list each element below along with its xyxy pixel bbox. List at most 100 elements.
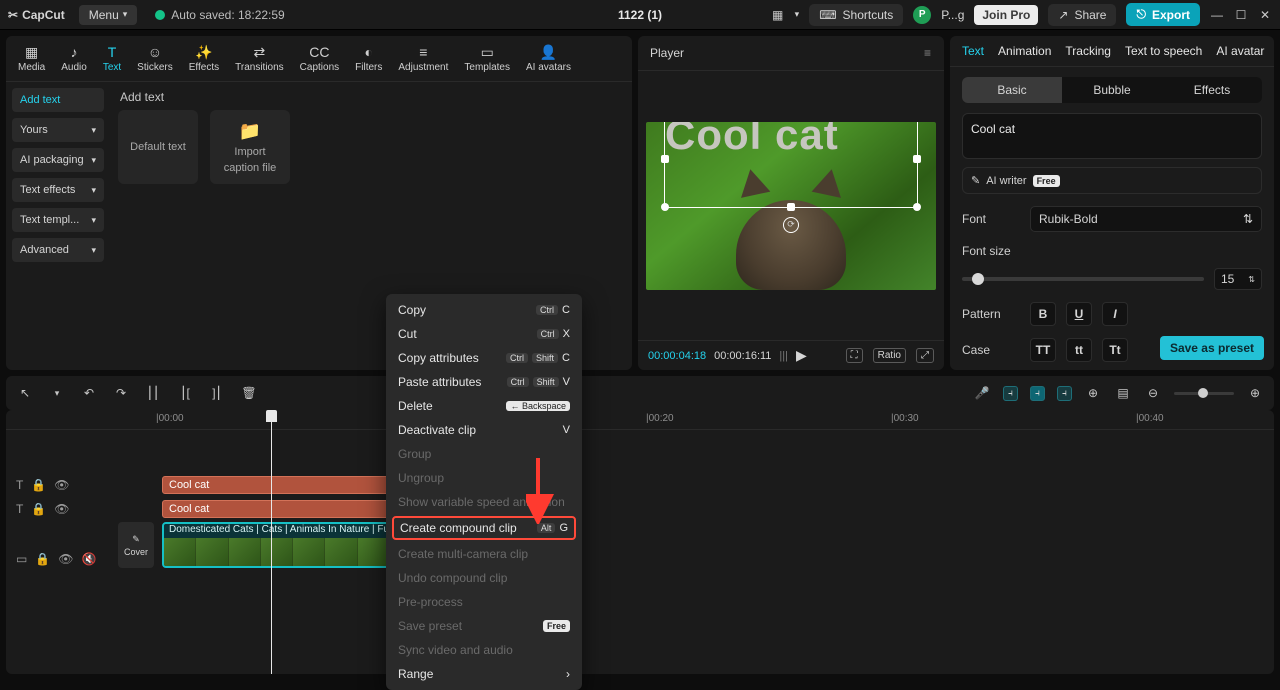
playhead[interactable] [271,410,272,674]
play-icon[interactable]: ▶ [796,347,807,364]
zoom-slider[interactable] [1174,392,1234,395]
case-upper-button[interactable]: TT [1030,338,1056,362]
bold-button[interactable]: B [1030,302,1056,326]
handle-bl[interactable] [661,203,669,211]
share-button[interactable]: ↗ Share [1048,4,1116,26]
library-tab-stickers[interactable]: ☺Stickers [133,42,177,75]
handle-mb[interactable] [787,203,795,211]
context-copy[interactable]: CopyCtrlC [386,298,582,322]
segment-basic[interactable]: Basic [962,77,1062,103]
zoom-out-icon[interactable]: ⊖ [1144,384,1162,402]
italic-button[interactable]: I [1102,302,1128,326]
magnet-3-icon[interactable]: ⫞ [1057,386,1072,401]
pointer-tool-icon[interactable]: ↖ [16,384,34,402]
card-default-text[interactable]: Default text [118,110,198,184]
audio-level-icon[interactable]: ||| [779,350,788,362]
lock-icon[interactable]: 🔒 [35,552,50,566]
split-right-icon[interactable]: ]⎮ [208,384,226,402]
underline-button[interactable]: U [1066,302,1092,326]
fontsize-slider[interactable] [962,277,1204,281]
mic-icon[interactable]: 🎤 [973,384,991,402]
close-icon[interactable]: ✕ [1258,8,1272,22]
card-import-caption[interactable]: 📁 Import caption file [210,110,290,184]
library-tab-adjustment[interactable]: ≡Adjustment [394,42,452,75]
eye-icon[interactable]: 👁 [58,552,73,566]
inspector-tab-tracking[interactable]: Tracking [1065,44,1111,58]
ratio-button[interactable]: Ratio [873,348,906,363]
handle-mr[interactable] [913,155,921,163]
fullscreen-icon[interactable]: ⤢ [916,348,934,363]
split-left-icon[interactable]: ⎮[ [176,384,194,402]
layout-icon[interactable]: ▦ [771,8,785,22]
split-icon[interactable]: ⎮⎮ [144,384,162,402]
text-clip-2[interactable]: Cool cat [162,500,392,518]
magnet-2-icon[interactable]: ⫞ [1030,386,1045,401]
maximize-icon[interactable]: ☐ [1234,8,1248,22]
library-tab-ai-avatars[interactable]: 👤AI avatars [522,42,575,75]
zoom-knob[interactable] [1198,388,1208,398]
marker-icon[interactable]: ⊕ [1084,384,1102,402]
sidebar-item-advanced[interactable]: Advanced▾ [12,238,104,262]
context-paste-attributes[interactable]: Paste attributesCtrlShiftV [386,370,582,394]
case-title-button[interactable]: Tt [1102,338,1128,362]
context-range[interactable]: Range› [386,662,582,686]
sidebar-item-ai-packaging[interactable]: AI packaging▾ [12,148,104,172]
zoom-in-icon[interactable]: ⊕ [1246,384,1264,402]
inspector-tab-text[interactable]: Text [962,44,984,58]
library-tab-audio[interactable]: ♪Audio [57,42,91,75]
text-content-input[interactable]: Cool cat [962,113,1262,159]
sidebar-item-add-text[interactable]: Add text [12,88,104,112]
timeline-ruler[interactable]: |00:00|00:10|00:20|00:30|00:40 [6,410,1274,430]
context-deactivate-clip[interactable]: Deactivate clipV [386,418,582,442]
player-body[interactable]: Cool cat ⟳ [638,71,944,340]
player-menu-icon[interactable]: ≡ [924,46,932,60]
font-select[interactable]: Rubik-Bold ⇅ [1030,206,1262,232]
lock-icon[interactable]: 🔒 [31,502,46,516]
track-options-icon[interactable]: ▤ [1114,384,1132,402]
handle-ml[interactable] [661,155,669,163]
minimize-icon[interactable]: — [1210,8,1224,22]
eye-icon[interactable]: 👁 [54,502,69,516]
save-preset-button[interactable]: Save as preset [1160,336,1264,360]
library-tab-media[interactable]: ▦Media [14,42,49,75]
video-clip[interactable]: Domesticated Cats | Cats | Animals In Na… [162,522,392,568]
sidebar-item-yours[interactable]: Yours▾ [12,118,104,142]
shortcuts-button[interactable]: ⌨ Shortcuts [809,4,903,26]
pointer-chevron-icon[interactable]: ▾ [48,384,66,402]
delete-icon[interactable]: 🗑 [240,384,258,402]
sidebar-item-text-templ-[interactable]: Text templ...▾ [12,208,104,232]
inspector-tab-text-to-speech[interactable]: Text to speech [1125,44,1202,58]
export-button[interactable]: ⎋ Export [1126,3,1200,26]
segment-effects[interactable]: Effects [1162,77,1262,103]
rotate-handle[interactable]: ⟳ [783,217,799,233]
library-tab-transitions[interactable]: ⇄Transitions [231,42,288,75]
slider-thumb[interactable] [972,273,984,285]
cover-button[interactable]: ✎ Cover [118,522,154,568]
text-clip-1[interactable]: Cool cat [162,476,392,494]
handle-br[interactable] [913,203,921,211]
library-tab-templates[interactable]: ▭Templates [460,42,514,75]
menu-button[interactable]: Menu ▾ [79,5,138,25]
mute-icon[interactable]: 🔇 [82,552,97,566]
crop-icon[interactable]: ⛶ [846,348,863,363]
lock-icon[interactable]: 🔒 [31,478,46,492]
stepper-icon[interactable]: ⇅ [1248,275,1255,284]
inspector-tab-ai-avatar[interactable]: AI avatar [1216,44,1264,58]
ai-writer-button[interactable]: ✎ AI writer Free [962,167,1262,194]
sidebar-item-text-effects[interactable]: Text effects▾ [12,178,104,202]
library-tab-captions[interactable]: CCCaptions [296,42,343,75]
layout-chevron-icon[interactable]: ▾ [795,9,800,20]
library-tab-text[interactable]: TText [99,42,125,75]
undo-icon[interactable]: ↶ [80,384,98,402]
library-tab-filters[interactable]: ◐Filters [351,42,386,75]
context-copy-attributes[interactable]: Copy attributesCtrlShiftC [386,346,582,370]
context-delete[interactable]: Delete← Backspace [386,394,582,418]
magnet-1-icon[interactable]: ⫞ [1003,386,1018,401]
context-cut[interactable]: CutCtrlX [386,322,582,346]
fontsize-input[interactable]: 15 ⇅ [1214,268,1262,290]
case-lower-button[interactable]: tt [1066,338,1092,362]
selection-box[interactable]: Cool cat ⟳ [664,122,918,208]
eye-icon[interactable]: 👁 [54,478,69,492]
segment-bubble[interactable]: Bubble [1062,77,1162,103]
join-pro-button[interactable]: Join Pro [974,5,1038,25]
